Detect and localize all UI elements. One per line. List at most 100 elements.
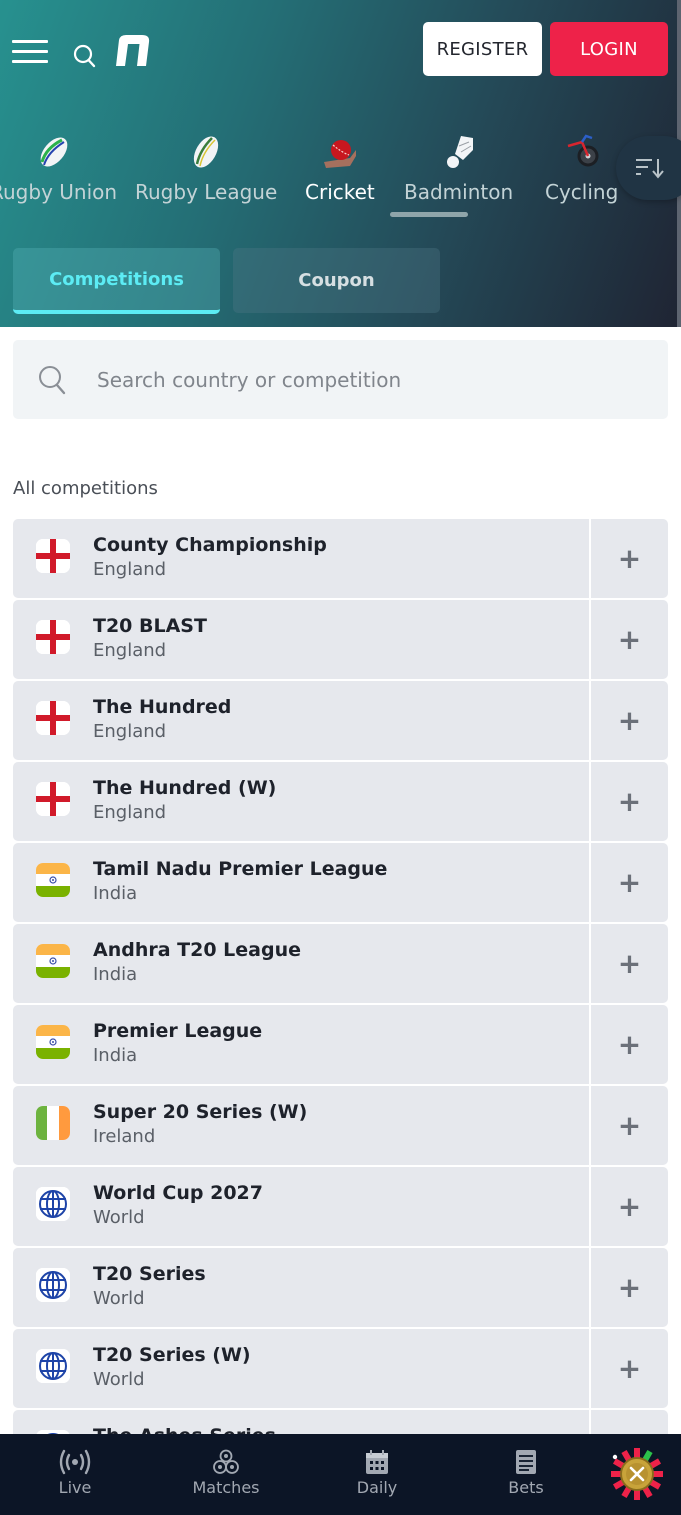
competition-row[interactable]: T20 Series (W) World + xyxy=(13,1329,668,1408)
rugby-league-ball-icon xyxy=(194,136,219,168)
competition-name: Premier League xyxy=(93,1020,263,1042)
sort-icon xyxy=(636,159,664,179)
register-button[interactable]: REGISTER xyxy=(423,22,542,76)
expand-button[interactable]: + xyxy=(591,1167,668,1246)
competition-name: The Hundred xyxy=(93,696,232,718)
competition-row[interactable]: County Championship England + xyxy=(13,519,668,598)
country-flag xyxy=(36,1349,70,1383)
login-button[interactable]: LOGIN xyxy=(550,22,668,76)
nav-live[interactable]: Live xyxy=(20,1434,130,1515)
nav-label: Bets xyxy=(508,1478,544,1497)
competition-country: World xyxy=(93,1288,145,1309)
nav-bets[interactable]: Bets xyxy=(471,1434,581,1515)
sport-tab-badminton[interactable]: Badminton xyxy=(404,128,513,218)
competition-search[interactable] xyxy=(13,340,668,419)
competition-name: Tamil Nadu Premier League xyxy=(93,858,388,880)
competition-name: T20 Series (W) xyxy=(93,1344,251,1366)
tab-competitions[interactable]: Competitions xyxy=(13,248,220,314)
sort-button[interactable] xyxy=(616,136,681,200)
competition-name: Andhra T20 League xyxy=(93,939,302,961)
tab-coupon[interactable]: Coupon xyxy=(233,248,440,313)
search-input[interactable] xyxy=(97,367,617,392)
competition-country: England xyxy=(93,721,167,742)
country-flag xyxy=(36,620,70,654)
sport-label: Cycling xyxy=(545,180,619,204)
competition-texts: The Hundred (W) England xyxy=(93,776,276,826)
country-flag xyxy=(36,1268,70,1302)
nav-matches[interactable]: Matches xyxy=(171,1434,281,1515)
competition-row[interactable]: World Cup 2027 World + xyxy=(13,1167,668,1246)
brand-logo[interactable] xyxy=(112,32,152,68)
country-flag xyxy=(36,1187,70,1221)
competition-row[interactable]: Andhra T20 League India + xyxy=(13,924,668,1003)
competition-country: England xyxy=(93,640,167,661)
sport-label: Rugby Union xyxy=(0,180,118,204)
competition-country: Ireland xyxy=(93,1126,156,1147)
expand-button[interactable]: + xyxy=(591,1005,668,1084)
nav-daily[interactable]: Daily xyxy=(322,1434,432,1515)
competition-row[interactable]: Premier League India + xyxy=(13,1005,668,1084)
expand-button[interactable]: + xyxy=(591,843,668,922)
matches-balls-icon xyxy=(213,1449,239,1474)
england-flag-icon xyxy=(36,701,70,735)
bicycle-icon xyxy=(567,134,599,167)
england-flag-icon xyxy=(36,620,70,654)
country-flag xyxy=(36,782,70,816)
sport-tab-rugby-union[interactable]: Rugby Union xyxy=(0,128,117,218)
expand-button[interactable]: + xyxy=(591,762,668,841)
expand-button[interactable]: + xyxy=(591,1329,668,1408)
sport-label: Rugby League xyxy=(135,180,278,204)
competition-country: England xyxy=(93,559,167,580)
competition-name: The Hundred (W) xyxy=(93,777,277,799)
england-flag-icon xyxy=(36,782,70,816)
competition-texts: Premier League India xyxy=(93,1019,262,1069)
competition-row[interactable]: T20 BLAST England + xyxy=(13,600,668,679)
expand-button[interactable]: + xyxy=(591,1086,668,1165)
rugby-union-ball-icon xyxy=(40,137,67,167)
section-title: All competitions xyxy=(13,478,158,499)
competition-texts: Super 20 Series (W) Ireland xyxy=(93,1100,307,1150)
sport-tab-cricket[interactable]: Cricket xyxy=(305,128,375,218)
competition-name: T20 BLAST xyxy=(93,615,207,637)
competition-row[interactable]: Super 20 Series (W) Ireland + xyxy=(13,1086,668,1165)
sports-carousel[interactable]: Rugby Union Rugby League Cricket Badmint… xyxy=(0,128,681,228)
competition-row[interactable]: T20 Series World + xyxy=(13,1248,668,1327)
sport-tab-cycling[interactable]: Cycling xyxy=(545,128,618,218)
india-flag-icon xyxy=(36,863,70,897)
sport-tab-rugby-league[interactable]: Rugby League xyxy=(135,128,277,218)
expand-button[interactable]: + xyxy=(591,519,668,598)
expand-button[interactable]: + xyxy=(591,924,668,1003)
expand-button[interactable]: + xyxy=(591,681,668,760)
shuttlecock-icon xyxy=(446,136,473,168)
competition-name: World Cup 2027 xyxy=(93,1182,263,1204)
roulette-icon[interactable] xyxy=(610,1447,664,1501)
hamburger-icon[interactable] xyxy=(12,40,48,66)
country-flag xyxy=(36,863,70,897)
competition-country: India xyxy=(93,883,138,904)
sport-label: Badminton xyxy=(404,180,514,204)
cricket-icon xyxy=(323,140,356,168)
competition-row[interactable]: Tamil Nadu Premier League India + xyxy=(13,843,668,922)
competition-texts: T20 Series (W) World xyxy=(93,1343,251,1393)
header-hero: REGISTER LOGIN Rugby Union Rugby League xyxy=(0,0,681,327)
competition-row[interactable]: The Hundred (W) England + xyxy=(13,762,668,841)
india-flag-icon xyxy=(36,1025,70,1059)
competition-texts: County Championship England xyxy=(93,533,327,583)
competition-country: World xyxy=(93,1369,145,1390)
country-flag xyxy=(36,701,70,735)
competition-country: India xyxy=(93,964,138,985)
expand-button[interactable]: + xyxy=(591,600,668,679)
competition-texts: The Hundred England xyxy=(93,695,231,745)
country-flag xyxy=(36,1106,70,1140)
competition-texts: T20 Series World xyxy=(93,1262,206,1312)
nav-label: Live xyxy=(58,1478,92,1497)
globe-icon xyxy=(36,1187,70,1221)
competition-row[interactable]: The Hundred England + xyxy=(13,681,668,760)
sport-label: Cricket xyxy=(305,180,375,204)
search-icon[interactable] xyxy=(70,40,100,70)
nav-label: Daily xyxy=(356,1478,398,1497)
competition-name: County Championship xyxy=(93,534,327,556)
england-flag-icon xyxy=(36,539,70,573)
live-broadcast-icon xyxy=(59,1449,91,1475)
expand-button[interactable]: + xyxy=(591,1248,668,1327)
